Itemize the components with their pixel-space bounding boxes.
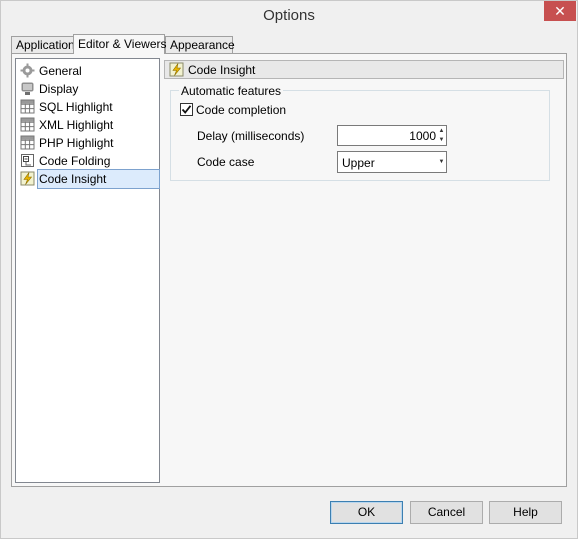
code-case-label: Code case (197, 155, 255, 169)
monitor-icon (21, 82, 34, 95)
code-completion-label[interactable]: Code completion (196, 103, 286, 117)
delay-label: Delay (milliseconds) (197, 129, 305, 143)
title-bar: Options ✕ (1, 1, 577, 32)
tree-item-xml-highlight[interactable]: XML Highlight (18, 116, 159, 134)
tree-item-general[interactable]: General (18, 62, 159, 80)
section-title: Code Insight (188, 63, 256, 77)
group-title: Automatic features (179, 84, 284, 98)
tree-item-code-insight[interactable]: Code Insight (18, 169, 160, 189)
tree-item-label: Code Insight (37, 169, 160, 189)
spin-buttons[interactable]: ▲ ▼ (438, 127, 445, 144)
spin-up-icon[interactable]: ▲ (438, 127, 445, 135)
delay-value[interactable]: 1000 (409, 129, 436, 143)
delay-spinner[interactable]: 1000 ▲ ▼ (337, 125, 447, 146)
spin-down-icon[interactable]: ▼ (438, 136, 445, 144)
tree-item-php-highlight[interactable]: PHP Highlight (18, 134, 159, 152)
help-button[interactable]: Help (489, 501, 562, 524)
gear-icon (20, 63, 35, 78)
button-bar: OK Cancel Help (1, 489, 577, 538)
grid-icon (20, 135, 35, 150)
tree-item-label: Code Folding (39, 154, 111, 168)
section-header: Code Insight (164, 60, 564, 79)
tree-item-label: Display (39, 82, 79, 96)
cancel-button[interactable]: Cancel (410, 501, 483, 524)
category-tree[interactable]: General Display SQL Highlight XML Highli… (15, 58, 160, 483)
tab-application[interactable]: Application (11, 36, 75, 53)
window-title: Options (263, 7, 315, 24)
tree-item-label: XML Highlight (39, 118, 114, 132)
lightning-icon (20, 171, 35, 186)
lightning-icon (169, 62, 184, 77)
close-button[interactable]: ✕ (544, 1, 576, 21)
grid-icon (20, 99, 35, 114)
checkmark-icon (181, 105, 192, 114)
tree-item-code-folding[interactable]: Code Folding (18, 152, 159, 170)
tree-item-label: SQL Highlight (39, 100, 113, 114)
tree-item-label: PHP Highlight (39, 136, 114, 150)
tree-item-display[interactable]: Display (18, 80, 159, 98)
tree-item-label: General (39, 64, 82, 78)
code-case-value[interactable]: Upper (342, 156, 375, 170)
code-case-select[interactable]: Upper ▼ (337, 151, 447, 173)
code-completion-checkbox[interactable] (180, 103, 193, 116)
grid-icon (20, 117, 35, 132)
tab-appearance[interactable]: Appearance (165, 36, 235, 53)
close-icon[interactable]: ✕ (554, 3, 566, 19)
chevron-down-icon[interactable]: ▼ (438, 153, 445, 171)
tab-panel: General Display SQL Highlight XML Highli… (11, 53, 567, 487)
tab-editor-viewers[interactable]: Editor & Viewers (73, 34, 166, 54)
ok-button[interactable]: OK (330, 501, 403, 524)
settings-pane: Code Insight Automatic features Code com… (163, 58, 564, 483)
folding-icon (21, 154, 34, 167)
options-window: Options ✕ Application Editor & Viewers A… (0, 0, 578, 539)
tree-item-sql-highlight[interactable]: SQL Highlight (18, 98, 159, 116)
